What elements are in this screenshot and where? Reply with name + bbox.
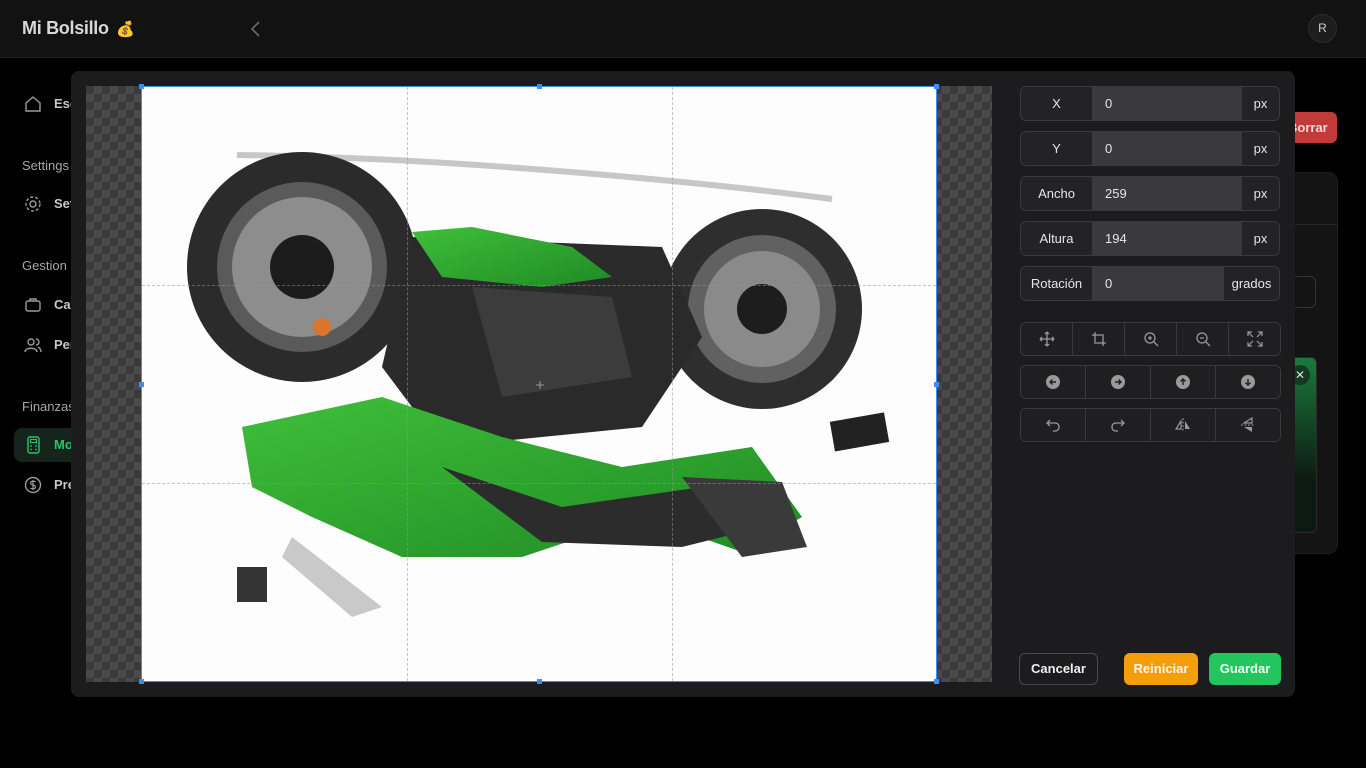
arrow-right-icon <box>1111 375 1125 389</box>
x-label: X <box>1021 87 1093 120</box>
sidebar-item-label: Categorias <box>54 297 72 312</box>
fullscreen-icon <box>1246 331 1263 347</box>
y-field: Y 0 px <box>1020 131 1280 166</box>
flip-horizontal-icon <box>1175 418 1190 432</box>
height-input[interactable]: 194 <box>1093 222 1243 255</box>
zoom-in-button[interactable] <box>1125 323 1177 355</box>
mode-toolbar <box>1020 322 1281 356</box>
arrow-up-icon <box>1176 375 1190 389</box>
sidebar: Escritorio Settings Settings Gestion Cat… <box>0 59 75 768</box>
crop-canvas[interactable] <box>86 84 992 684</box>
sidebar-item-label: Escritorio <box>54 96 72 111</box>
crop-mode-button[interactable] <box>1073 323 1125 355</box>
sidebar-item-escritorio[interactable]: Escritorio <box>14 87 72 121</box>
y-input[interactable]: 0 <box>1093 132 1243 165</box>
arrow-left-icon <box>1046 375 1060 389</box>
width-label: Ancho <box>1021 177 1093 210</box>
transform-toolbar <box>1020 408 1281 442</box>
grid-guide-horizontal <box>142 483 936 484</box>
dollar-icon <box>24 476 42 494</box>
sidebar-section-gestion: Gestion <box>22 258 67 273</box>
briefcase-icon <box>25 298 41 312</box>
image-crop-dialog: X 0 px Y 0 px Ancho 259 px Altura 194 px… <box>71 71 1295 697</box>
rotate-right-icon <box>1111 419 1125 432</box>
sidebar-item-personas[interactable]: Personas <box>14 328 72 362</box>
rotate-right-button[interactable] <box>1086 409 1151 441</box>
zoom-out-icon <box>1195 332 1210 347</box>
sidebar-section-finanzas: Finanzas <box>22 399 75 414</box>
calculator-icon <box>27 436 40 454</box>
sidebar-item-settings[interactable]: Settings <box>14 187 72 221</box>
crop-handle-top-right[interactable] <box>934 84 939 89</box>
sidebar-item-label: Presupuestos <box>54 477 72 492</box>
crop-settings-panel: X 0 px Y 0 px Ancho 259 px Altura 194 px… <box>1006 71 1295 697</box>
money-bag-icon: 💰 <box>116 21 135 38</box>
crop-handle-left[interactable] <box>139 382 144 387</box>
height-field: Altura 194 px <box>1020 221 1280 256</box>
reset-button[interactable]: Reiniciar <box>1124 653 1198 685</box>
rotation-unit: grados <box>1223 267 1279 300</box>
y-label: Y <box>1021 132 1093 165</box>
rotation-label: Rotación <box>1021 267 1093 300</box>
sidebar-item-movimientos[interactable]: Movimientos <box>14 428 72 462</box>
width-input[interactable]: 259 <box>1093 177 1243 210</box>
move-mode-button[interactable] <box>1021 323 1073 355</box>
crop-box[interactable] <box>139 84 939 684</box>
height-label: Altura <box>1021 222 1093 255</box>
grid-guide-vertical <box>672 87 673 681</box>
move-left-button[interactable] <box>1021 366 1086 398</box>
width-unit: px <box>1241 177 1279 210</box>
crop-handle-right[interactable] <box>934 382 939 387</box>
crop-handle-top[interactable] <box>537 84 542 89</box>
grid-guide-vertical <box>407 87 408 681</box>
save-button[interactable]: Guardar <box>1209 653 1281 685</box>
cancel-button[interactable]: Cancelar <box>1019 653 1098 685</box>
move-toolbar <box>1020 365 1281 399</box>
home-icon <box>25 96 41 112</box>
crop-icon <box>1091 332 1106 346</box>
flip-vertical-button[interactable] <box>1216 409 1280 441</box>
height-unit: px <box>1241 222 1279 255</box>
rotate-left-icon <box>1046 419 1060 432</box>
x-unit: px <box>1241 87 1279 120</box>
rotation-input[interactable]: 0 <box>1093 267 1223 300</box>
move-up-button[interactable] <box>1151 366 1216 398</box>
move-icon <box>1039 331 1054 347</box>
move-right-button[interactable] <box>1086 366 1151 398</box>
rotate-left-button[interactable] <box>1021 409 1086 441</box>
y-unit: px <box>1241 132 1279 165</box>
brand-name: Mi Bolsillo <box>22 18 109 38</box>
sidebar-item-presupuestos[interactable]: Presupuestos <box>14 468 72 502</box>
crop-center-marker <box>536 381 544 389</box>
sidebar-item-label: Settings <box>54 196 72 211</box>
flip-horizontal-button[interactable] <box>1151 409 1216 441</box>
users-icon <box>24 338 42 353</box>
crop-handle-top-left[interactable] <box>139 84 144 89</box>
gear-icon <box>25 196 41 212</box>
top-bar: Mi Bolsillo 💰 R <box>0 0 1366 58</box>
crop-handle-bottom-right[interactable] <box>934 679 939 684</box>
x-field: X 0 px <box>1020 86 1280 121</box>
grid-guide-horizontal <box>142 285 936 286</box>
sidebar-item-categorias[interactable]: Categorias <box>14 288 72 322</box>
background-card: ✕ <box>1290 172 1338 554</box>
chevron-left-icon[interactable] <box>246 18 266 40</box>
zoom-in-icon <box>1143 332 1158 347</box>
divider <box>1290 224 1338 225</box>
rotation-field: Rotación 0 grados <box>1020 266 1280 301</box>
avatar[interactable]: R <box>1308 14 1337 43</box>
zoom-out-button[interactable] <box>1177 323 1229 355</box>
sidebar-item-label: Movimientos <box>54 437 72 452</box>
flip-vertical-icon <box>1241 417 1255 432</box>
sidebar-section-settings: Settings <box>22 158 69 173</box>
move-down-button[interactable] <box>1216 366 1280 398</box>
brand-logo[interactable]: Mi Bolsillo 💰 <box>22 18 135 39</box>
fullscreen-button[interactable] <box>1229 323 1280 355</box>
width-field: Ancho 259 px <box>1020 176 1280 211</box>
arrow-down-icon <box>1241 375 1255 389</box>
x-input[interactable]: 0 <box>1093 87 1243 120</box>
sidebar-item-label: Personas <box>54 337 72 352</box>
crop-handle-bottom[interactable] <box>537 679 542 684</box>
crop-handle-bottom-left[interactable] <box>139 679 144 684</box>
